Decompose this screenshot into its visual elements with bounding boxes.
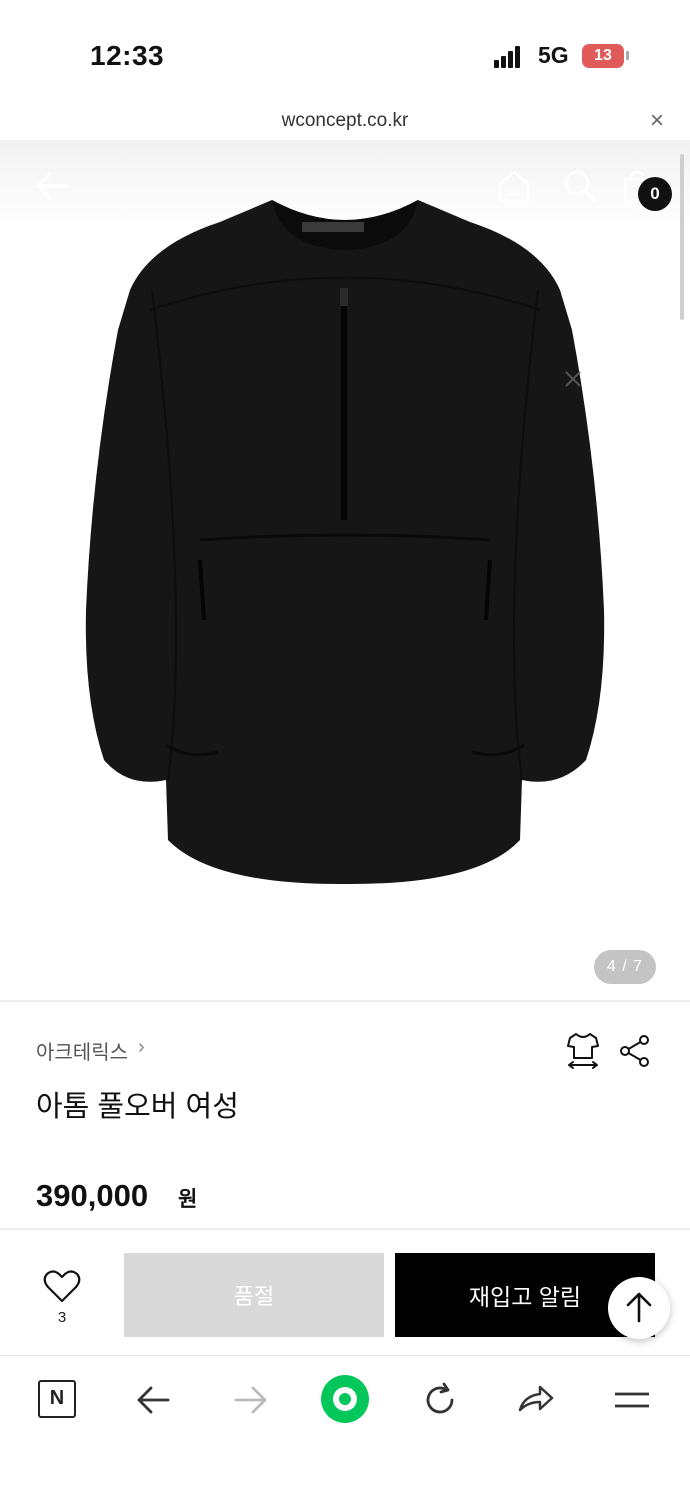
- cart-count-badge: 0: [638, 177, 672, 211]
- image-counter: 4 / 7: [594, 950, 656, 984]
- product-image-carousel[interactable]: 0 4 / 7: [0, 140, 690, 1000]
- brand-link[interactable]: 아크테릭스: [36, 1036, 128, 1065]
- like-button[interactable]: 3: [30, 1268, 94, 1332]
- product-price: 390,000: [36, 1178, 149, 1213]
- share-icon[interactable]: [618, 1034, 652, 1073]
- close-icon[interactable]: ×: [650, 107, 664, 135]
- chevron-right-icon: ›: [138, 1036, 145, 1058]
- heart-icon: [43, 1270, 81, 1303]
- network-type: 5G: [538, 42, 569, 68]
- back-icon[interactable]: [34, 168, 70, 209]
- menu-icon[interactable]: [612, 1380, 652, 1425]
- forward-icon[interactable]: [230, 1380, 270, 1425]
- green-dot-button[interactable]: [320, 1374, 370, 1429]
- soldout-button[interactable]: 품절: [124, 1253, 384, 1337]
- naver-home-button[interactable]: N: [38, 1380, 76, 1418]
- send-icon[interactable]: [516, 1380, 556, 1425]
- browser-nav-bar: N: [0, 1355, 690, 1500]
- battery-tip: [626, 51, 629, 60]
- back-icon[interactable]: [134, 1380, 174, 1425]
- scroll-to-top-button[interactable]: [608, 1277, 670, 1339]
- url-bar: wconcept.co.kr ×: [0, 100, 690, 140]
- price-unit: 원: [178, 1188, 198, 1211]
- home-icon[interactable]: [496, 168, 532, 209]
- search-icon[interactable]: [562, 168, 598, 209]
- arrow-up-icon: [626, 1292, 652, 1323]
- status-time: 12:33: [90, 40, 165, 71]
- scrollbar-thumb[interactable]: [680, 154, 684, 320]
- size-guide-icon[interactable]: [564, 1030, 602, 1075]
- like-count: 3: [57, 1309, 67, 1326]
- status-bar: 12:33 5G 13: [0, 0, 690, 100]
- product-photo: [85, 200, 605, 885]
- divider: [0, 1000, 690, 1002]
- product-title: 아톰 풀오버 여성: [36, 1091, 239, 1123]
- reload-icon[interactable]: [420, 1380, 460, 1425]
- battery-icon: 13: [582, 44, 624, 68]
- divider: [0, 1228, 690, 1230]
- signal-icon: [494, 46, 522, 68]
- url-text[interactable]: wconcept.co.kr: [0, 110, 690, 132]
